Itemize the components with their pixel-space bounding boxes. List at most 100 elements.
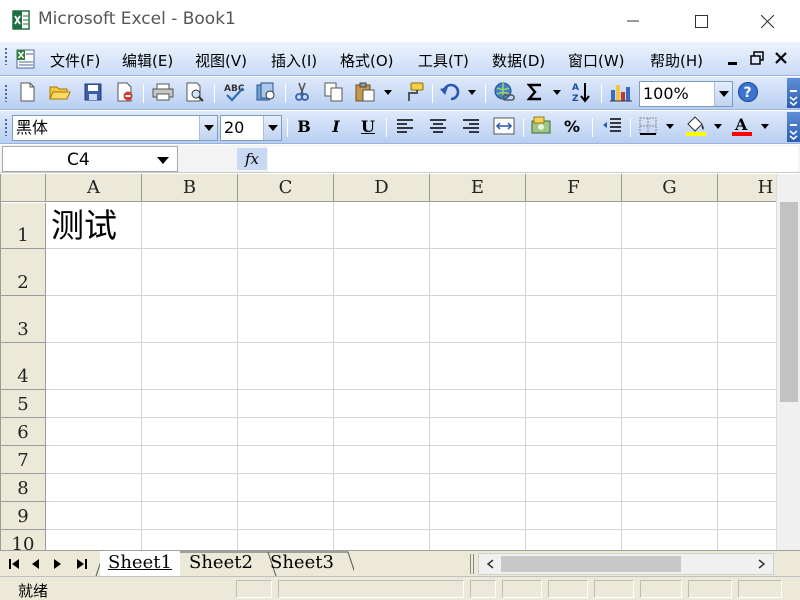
cell-b1[interactable] — [142, 203, 238, 249]
save-icon[interactable] — [80, 77, 106, 107]
sort-icon[interactable]: AZ — [568, 77, 596, 107]
column-header-e[interactable]: E — [430, 174, 526, 202]
maximize-icon[interactable] — [678, 0, 724, 42]
cell-g5[interactable] — [622, 390, 718, 418]
cell-f5[interactable] — [526, 390, 622, 418]
bold-button[interactable]: B — [292, 111, 316, 141]
close-icon[interactable] — [774, 51, 788, 69]
menu-view[interactable]: 视图(V) — [195, 50, 247, 71]
autosum-dropdown-icon[interactable] — [550, 77, 564, 107]
column-header-a[interactable]: A — [46, 174, 142, 202]
tab-split-handle[interactable] — [470, 554, 474, 574]
cell-g4[interactable] — [622, 343, 718, 390]
scroll-right-icon[interactable] — [753, 556, 771, 572]
hyperlink-icon[interactable] — [490, 77, 518, 107]
row-header-7[interactable]: 7 — [1, 446, 46, 474]
cell-a6[interactable] — [46, 418, 142, 446]
currency-icon[interactable] — [528, 111, 556, 141]
tab-sheet1[interactable]: Sheet1 — [100, 551, 180, 576]
column-header-b[interactable]: B — [142, 174, 238, 202]
cell-e6[interactable] — [430, 418, 526, 446]
align-left-icon[interactable] — [392, 111, 418, 141]
undo-dropdown-icon[interactable] — [465, 77, 479, 107]
horizontal-scrollbar[interactable] — [478, 553, 774, 575]
cell-h7[interactable] — [718, 446, 776, 474]
cell-b5[interactable] — [142, 390, 238, 418]
cell-h5[interactable] — [718, 390, 776, 418]
cell-a4[interactable] — [46, 343, 142, 390]
paste-dropdown-icon[interactable] — [381, 77, 395, 107]
cell-g2[interactable] — [622, 249, 718, 296]
underline-button[interactable]: U — [356, 111, 380, 141]
row-header-3[interactable]: 3 — [1, 296, 46, 343]
cell-f7[interactable] — [526, 446, 622, 474]
cell-b6[interactable] — [142, 418, 238, 446]
cell-e5[interactable] — [430, 390, 526, 418]
align-right-icon[interactable] — [458, 111, 484, 141]
toolbar-options-icon[interactable] — [787, 112, 800, 142]
cell-h6[interactable] — [718, 418, 776, 446]
cell-a10[interactable] — [46, 530, 142, 550]
cell-g7[interactable] — [622, 446, 718, 474]
cell-e2[interactable] — [430, 249, 526, 296]
cell-d10[interactable] — [334, 530, 430, 550]
font-size-box[interactable]: 20 — [220, 115, 282, 141]
zoom-box[interactable]: 100% — [639, 81, 733, 107]
cell-c9[interactable] — [238, 502, 334, 530]
cell-c1[interactable] — [238, 203, 334, 249]
cell-d3[interactable] — [334, 296, 430, 343]
cell-g10[interactable] — [622, 530, 718, 550]
cell-h3[interactable] — [718, 296, 776, 343]
print-preview-icon[interactable] — [181, 77, 209, 107]
borders-icon[interactable] — [635, 111, 661, 141]
cell-c6[interactable] — [238, 418, 334, 446]
cell-e7[interactable] — [430, 446, 526, 474]
percent-icon[interactable]: % — [560, 111, 584, 141]
cell-h2[interactable] — [718, 249, 776, 296]
cell-e1[interactable] — [430, 203, 526, 249]
cell-h4[interactable] — [718, 343, 776, 390]
column-header-f[interactable]: F — [526, 174, 622, 202]
cell-e8[interactable] — [430, 474, 526, 502]
cell-a3[interactable] — [46, 296, 142, 343]
cell-b4[interactable] — [142, 343, 238, 390]
print-icon[interactable] — [149, 77, 177, 107]
name-box[interactable]: C4 — [2, 146, 178, 172]
chart-wizard-icon[interactable] — [606, 77, 636, 107]
next-sheet-icon[interactable] — [50, 555, 66, 573]
row-header-1[interactable]: 1 — [1, 203, 46, 249]
undo-icon[interactable] — [437, 77, 463, 107]
cell-d9[interactable] — [334, 502, 430, 530]
toolbar-options-icon[interactable] — [787, 78, 800, 108]
cell-b10[interactable] — [142, 530, 238, 550]
autosum-icon[interactable] — [522, 77, 548, 107]
cell-a9[interactable] — [46, 502, 142, 530]
new-icon[interactable] — [14, 77, 40, 107]
cell-e4[interactable] — [430, 343, 526, 390]
minimize-icon[interactable] — [727, 52, 739, 70]
formula-input[interactable] — [268, 146, 798, 172]
tab-sheet3[interactable]: Sheet3 — [262, 551, 342, 576]
column-header-g[interactable]: G — [622, 174, 718, 202]
cell-g6[interactable] — [622, 418, 718, 446]
column-header-d[interactable]: D — [334, 174, 430, 202]
cell-f3[interactable] — [526, 296, 622, 343]
cell-c8[interactable] — [238, 474, 334, 502]
cell-d4[interactable] — [334, 343, 430, 390]
menu-data[interactable]: 数据(D) — [492, 50, 545, 71]
restore-icon[interactable] — [750, 51, 764, 69]
menu-window[interactable]: 窗口(W) — [568, 50, 625, 71]
cell-f2[interactable] — [526, 249, 622, 296]
spelling-icon[interactable]: ABC — [220, 77, 248, 107]
menu-help[interactable]: 帮助(H) — [650, 50, 703, 71]
cell-f8[interactable] — [526, 474, 622, 502]
minimize-icon[interactable] — [610, 0, 656, 42]
format-painter-icon[interactable] — [400, 77, 428, 107]
row-header-10[interactable]: 10 — [1, 530, 46, 550]
name-box-dropdown-icon[interactable] — [157, 157, 169, 164]
cell-a8[interactable] — [46, 474, 142, 502]
fill-color-dropdown-icon[interactable] — [711, 111, 725, 141]
cell-f9[interactable] — [526, 502, 622, 530]
cell-f1[interactable] — [526, 203, 622, 249]
cell-b7[interactable] — [142, 446, 238, 474]
